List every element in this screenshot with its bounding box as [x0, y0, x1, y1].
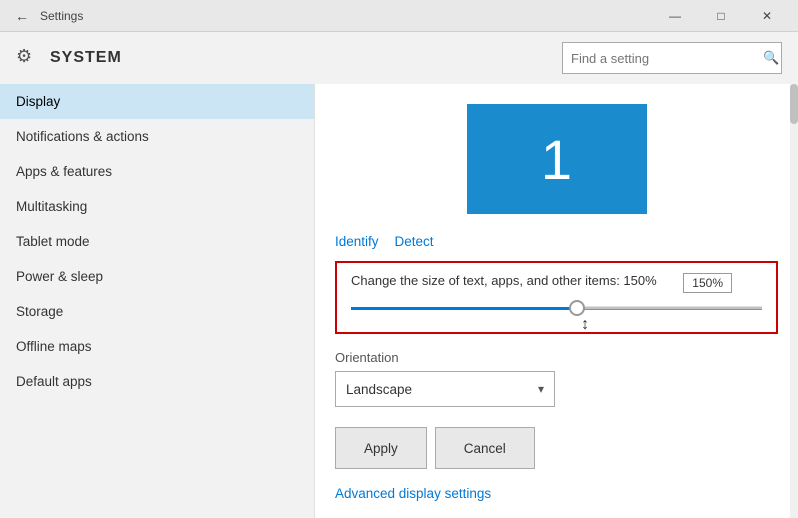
- orientation-select-wrapper[interactable]: Landscape Portrait Landscape (flipped) P…: [335, 371, 555, 407]
- app-header: ⚙ SYSTEM 🔍: [0, 32, 798, 84]
- scale-slider-container[interactable]: ↕: [351, 298, 762, 318]
- sidebar-item-default-apps[interactable]: Default apps: [0, 364, 314, 399]
- content-area: 1 Identify Detect 150% Change the size o…: [315, 84, 798, 518]
- cancel-button[interactable]: Cancel: [435, 427, 535, 469]
- window-controls: — □ ✕: [652, 0, 790, 32]
- minimize-icon: —: [669, 9, 681, 23]
- sidebar-item-tablet-mode[interactable]: Tablet mode: [0, 224, 314, 259]
- maximize-icon: □: [717, 9, 724, 23]
- scrollbar-track[interactable]: [790, 84, 798, 518]
- close-icon: ✕: [762, 9, 772, 23]
- app-title: SYSTEM: [50, 49, 122, 67]
- orientation-section: Orientation Landscape Portrait Landscape…: [315, 350, 798, 419]
- search-box: 🔍: [562, 42, 782, 74]
- monitor-area: 1: [315, 84, 798, 226]
- apply-button[interactable]: Apply: [335, 427, 427, 469]
- sidebar-item-offline-maps[interactable]: Offline maps: [0, 329, 314, 364]
- sidebar-item-multitasking[interactable]: Multitasking: [0, 189, 314, 224]
- search-icon: 🔍: [755, 50, 787, 66]
- close-button[interactable]: ✕: [744, 0, 790, 32]
- titlebar-title: Settings: [40, 9, 652, 23]
- display-links-row: Identify Detect: [315, 226, 798, 261]
- orientation-select[interactable]: Landscape Portrait Landscape (flipped) P…: [336, 372, 554, 406]
- sidebar-item-storage[interactable]: Storage: [0, 294, 314, 329]
- monitor-box: 1: [467, 104, 647, 214]
- advanced-link-area: Advanced display settings: [315, 481, 798, 513]
- sidebar: Display Notifications & actions Apps & f…: [0, 84, 315, 518]
- scrollbar-thumb[interactable]: [790, 84, 798, 124]
- scale-section: 150% Change the size of text, apps, and …: [335, 261, 778, 334]
- sidebar-item-display[interactable]: Display: [0, 84, 314, 119]
- scale-bubble: 150%: [683, 273, 732, 293]
- maximize-button[interactable]: □: [698, 0, 744, 32]
- sidebar-item-notifications[interactable]: Notifications & actions: [0, 119, 314, 154]
- titlebar: ← Settings — □ ✕: [0, 0, 798, 32]
- slider-thumb[interactable]: [569, 300, 585, 316]
- slider-track: [351, 307, 762, 310]
- sidebar-item-apps-features[interactable]: Apps & features: [0, 154, 314, 189]
- orientation-label: Orientation: [335, 350, 778, 365]
- sidebar-item-power-sleep[interactable]: Power & sleep: [0, 259, 314, 294]
- advanced-display-settings-link[interactable]: Advanced display settings: [335, 486, 491, 501]
- back-icon: ←: [15, 8, 29, 24]
- monitor-number: 1: [541, 127, 572, 192]
- search-input[interactable]: [563, 43, 755, 73]
- main-layout: Display Notifications & actions Apps & f…: [0, 84, 798, 518]
- action-buttons-row: Apply Cancel: [315, 419, 798, 481]
- minimize-button[interactable]: —: [652, 0, 698, 32]
- slider-track-right: [585, 307, 762, 310]
- detect-link[interactable]: Detect: [395, 234, 434, 249]
- system-icon: ⚙: [16, 46, 40, 70]
- back-button[interactable]: ←: [8, 2, 36, 30]
- identify-link[interactable]: Identify: [335, 234, 379, 249]
- cursor-indicator: ↕: [581, 316, 589, 334]
